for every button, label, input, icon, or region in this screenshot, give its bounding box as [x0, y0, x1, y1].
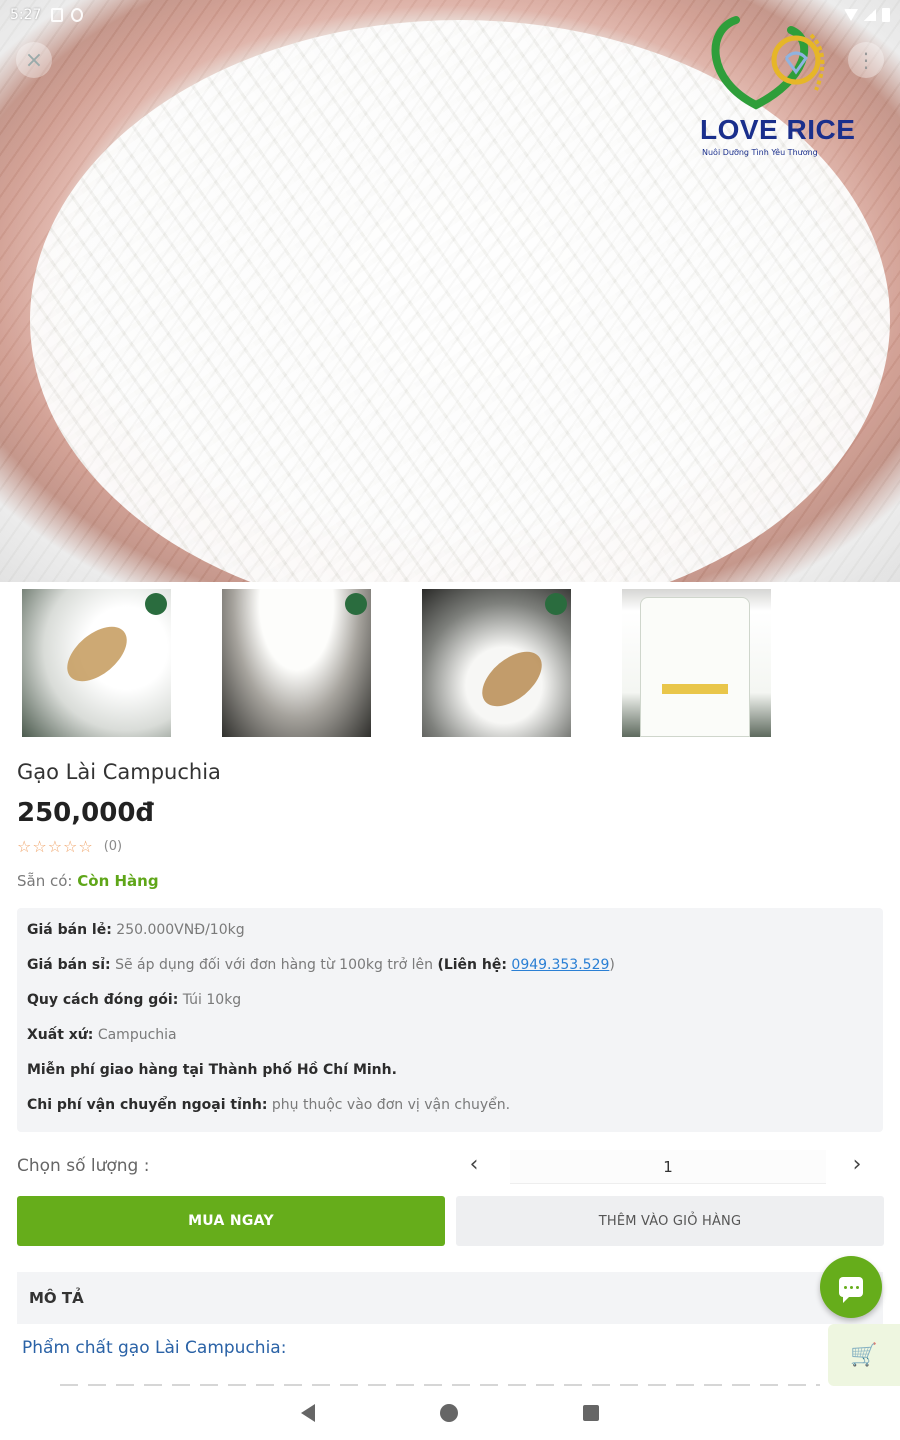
sim-card-icon — [51, 8, 64, 22]
packing-line: Quy cách đóng gói: Túi 10kg — [27, 992, 873, 1027]
chat-button[interactable] — [820, 1256, 882, 1318]
quantity-input[interactable]: 1 — [510, 1150, 826, 1184]
packing-label: Quy cách đóng gói: — [27, 992, 179, 1008]
product-price: 250,000đ — [17, 798, 155, 828]
cart-icon: 🛒 — [850, 1342, 878, 1368]
recents-icon[interactable] — [583, 1405, 599, 1421]
cell-signal-icon — [864, 9, 876, 21]
status-bar: 5:27 — [0, 0, 900, 30]
spoon-image — [57, 616, 137, 692]
data-saver-icon — [71, 8, 84, 22]
packing-value: Túi 10kg — [182, 992, 242, 1008]
brand-logo: LOVE RICE Nuôi Dưỡng Tình Yêu Thương — [696, 10, 866, 165]
brand-tagline: Nuôi Dưỡng Tình Yêu Thương — [702, 148, 818, 157]
star-icon: ☆ — [47, 837, 63, 856]
thumbnail-gallery — [22, 589, 771, 737]
status-time: 5:27 — [10, 7, 42, 23]
wholesale-label: Giá bán sỉ: — [27, 957, 111, 973]
star-icon: ☆ — [78, 837, 93, 856]
description-subtitle: Phẩm chất gạo Lài Campuchia: — [22, 1338, 287, 1358]
contact-phone-link[interactable]: 0949.353.529 — [511, 957, 609, 973]
retail-label: Giá bán lẻ: — [27, 922, 112, 938]
chevron-left-icon: ‹ — [469, 1152, 479, 1177]
rice-bag-image — [640, 597, 750, 737]
description-tab[interactable]: MÔ TẢ — [17, 1272, 883, 1324]
battery-icon — [882, 8, 890, 22]
chat-icon — [839, 1277, 863, 1303]
thumbnail-4[interactable] — [622, 589, 771, 737]
stock-label: Sẵn có: — [17, 872, 73, 890]
bag-label — [662, 684, 728, 694]
wholesale-price-line: Giá bán sỉ: Sẽ áp dụng đối với đơn hàng … — [27, 957, 873, 992]
quantity-decrease-button[interactable]: ‹ — [463, 1152, 485, 1180]
rating-count: (0) — [103, 839, 123, 854]
close-icon: × — [24, 47, 44, 73]
wifi-icon — [844, 9, 858, 21]
origin-value: Campuchia — [97, 1027, 177, 1043]
shipping-label: Chi phí vận chuyển ngoại tỉnh: — [27, 1097, 268, 1113]
star-icon: ☆ — [32, 837, 47, 856]
logo-badge — [145, 593, 167, 615]
home-icon[interactable] — [440, 1404, 458, 1422]
chat-dot — [849, 1285, 853, 1289]
wholesale-value: Sẽ áp dụng đối với đơn hàng từ 100kg trở… — [115, 957, 433, 973]
rating-stars[interactable]: ☆ ☆ ☆ ☆ ☆ (0) — [17, 837, 122, 856]
brand-name: LOVE RICE — [700, 114, 856, 145]
stock-status: Sẵn có: Còn Hàng — [17, 872, 159, 890]
more-options-button[interactable]: ⋮ — [848, 42, 884, 78]
quantity-label: Chọn số lượng : — [17, 1156, 150, 1176]
thumbnail-3[interactable] — [422, 589, 571, 737]
floating-cart-button[interactable]: 🛒 — [828, 1324, 900, 1386]
quantity-increase-button[interactable]: › — [846, 1152, 868, 1180]
logo-badge — [345, 593, 367, 615]
back-icon[interactable] — [301, 1404, 315, 1422]
thumbnail-2[interactable] — [222, 589, 371, 737]
stock-value: Còn Hàng — [77, 872, 159, 890]
product-title: Gạo Lài Campuchia — [17, 760, 221, 784]
add-to-cart-button[interactable]: THÊM VÀO GIỎ HÀNG — [456, 1196, 884, 1246]
system-nav-bar — [0, 1386, 900, 1440]
logo-badge — [545, 593, 567, 615]
chat-dot — [843, 1285, 847, 1289]
spoon-image — [472, 641, 552, 717]
product-details-box: Giá bán lẻ: 250.000VNĐ/10kg Giá bán sỉ: … — [17, 908, 883, 1132]
retail-value: 250.000VNĐ/10kg — [116, 922, 245, 938]
more-vert-icon: ⋮ — [856, 48, 876, 72]
free-shipping-text: Miễn phí giao hàng tại Thành phố Hồ Chí … — [27, 1062, 397, 1078]
product-hero-image[interactable]: LOVE RICE Nuôi Dưỡng Tình Yêu Thương — [0, 0, 900, 582]
star-icon: ☆ — [17, 837, 32, 856]
shipping-value: phụ thuộc vào đơn vị vận chuyển. — [271, 1097, 511, 1113]
origin-label: Xuất xứ: — [27, 1027, 94, 1043]
close-button[interactable]: × — [16, 42, 52, 78]
thumbnail-1[interactable] — [22, 589, 171, 737]
retail-price-line: Giá bán lẻ: 250.000VNĐ/10kg — [27, 922, 873, 957]
buy-now-button[interactable]: MUA NGAY — [17, 1196, 445, 1246]
shipping-cost-line: Chi phí vận chuyển ngoại tỉnh: phụ thuộc… — [27, 1097, 873, 1132]
chevron-right-icon: › — [852, 1152, 862, 1177]
contact-label: (Liên hệ: — [437, 957, 507, 973]
chat-dot — [855, 1285, 859, 1289]
star-icon: ☆ — [63, 837, 78, 856]
contact-close: ) — [609, 957, 615, 973]
free-shipping-line: Miễn phí giao hàng tại Thành phố Hồ Chí … — [27, 1062, 873, 1097]
origin-line: Xuất xứ: Campuchia — [27, 1027, 873, 1062]
